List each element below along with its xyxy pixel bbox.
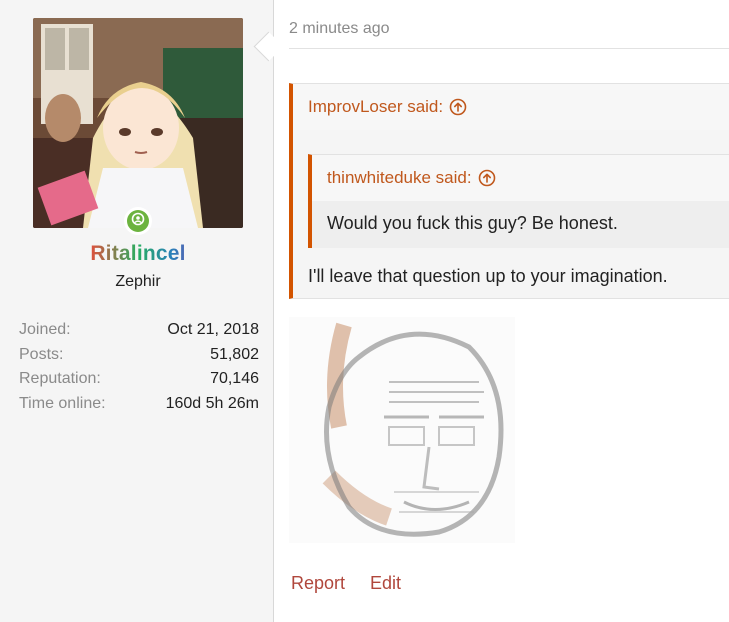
stat-value: Oct 21, 2018 (167, 321, 259, 338)
post-main: 2 minutes ago ImprovLoser said: thinwhit… (274, 0, 729, 622)
stat-value: 160d 5h 26m (165, 394, 259, 412)
stat-reputation: Reputation: 70,146 (19, 367, 259, 392)
stat-time-online: Time online: 160d 5h 26m (19, 392, 259, 417)
stat-label: Joined: (19, 321, 71, 338)
post-actions: Report Edit (291, 573, 401, 594)
user-sidebar: Ritalincel Zephir Joined: Oct 21, 2018 P… (0, 0, 274, 622)
edit-link[interactable]: Edit (370, 573, 401, 594)
online-indicator (124, 207, 152, 235)
nested-quote-author-link[interactable]: thinwhiteduke said: (327, 168, 496, 188)
arrow-up-circle-icon[interactable] (478, 169, 496, 187)
blockquote: ImprovLoser said: thinwhiteduke said: Wo… (289, 83, 729, 299)
stat-value: 70,146 (210, 370, 259, 387)
quote-author-link[interactable]: ImprovLoser said: (308, 97, 467, 117)
arrow-up-circle-icon[interactable] (449, 98, 467, 116)
nested-blockquote: thinwhiteduke said: Would you fuck this … (308, 154, 729, 248)
quote-text: I'll leave that question up to your imag… (308, 266, 668, 286)
stat-joined: Joined: Oct 21, 2018 (19, 318, 259, 343)
user-stats: Joined: Oct 21, 2018 Posts: 51,802 Reput… (19, 318, 259, 416)
post-image[interactable] (289, 317, 515, 543)
report-link[interactable]: Report (291, 573, 345, 594)
stat-label: Time online: (19, 394, 106, 412)
post-date[interactable]: 2 minutes ago (289, 20, 390, 38)
user-icon (131, 212, 145, 231)
divider (289, 48, 729, 49)
post-container: Ritalincel Zephir Joined: Oct 21, 2018 P… (0, 0, 729, 622)
nested-quote-text: Would you fuck this guy? Be honest. (327, 213, 618, 233)
stat-posts: Posts: 51,802 (19, 343, 259, 368)
stat-value: 51,802 (210, 345, 259, 363)
quote-header: ImprovLoser said: (293, 84, 729, 130)
stat-label: Posts: (19, 345, 64, 363)
avatar[interactable] (33, 18, 243, 228)
nested-quote-author: thinwhiteduke said: (327, 168, 472, 187)
nested-quote-header: thinwhiteduke said: (312, 155, 729, 201)
stat-label: Reputation: (19, 370, 101, 387)
quote-author: ImprovLoser said: (308, 97, 444, 116)
user-title: Zephir (115, 273, 161, 290)
username[interactable]: Ritalincel (0, 242, 276, 266)
